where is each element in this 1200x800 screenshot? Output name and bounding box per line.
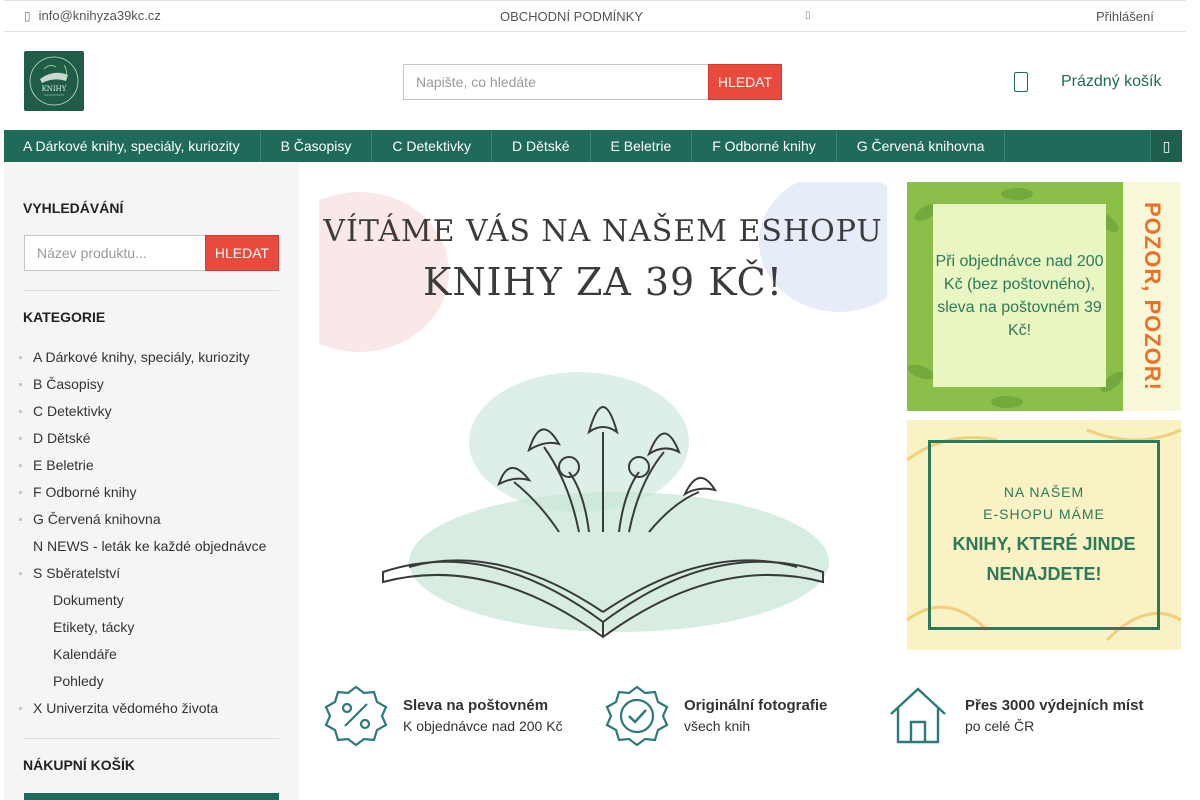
nav-item-odborne[interactable]: F Odborné knihy <box>692 130 837 162</box>
feature-title: Sleva na poštovném <box>403 696 549 714</box>
feature-title: Originální fotografie <box>684 696 828 714</box>
category-item[interactable]: E Beletrie <box>4 452 299 479</box>
site-logo[interactable]: KNIHY <box>24 51 84 111</box>
nav-item-beletrie[interactable]: E Beletrie <box>591 130 693 162</box>
house-icon <box>890 687 946 744</box>
bullet-icon <box>19 437 22 440</box>
bullet-icon <box>19 707 22 710</box>
check-badge-icon <box>605 685 669 746</box>
sidebar-cart-button[interactable] <box>24 793 279 800</box>
feature-pickup-points: Přes 3000 výdejních míst po celé ČR <box>885 684 1143 746</box>
header-search-button[interactable]: HLEDAT <box>708 64 782 100</box>
promo-side-text: POZOR, POZOR! <box>1140 202 1165 391</box>
subcategory-item[interactable]: Dokumenty <box>4 587 299 614</box>
feature-original-photos: Originální fotografie všech knih <box>604 684 827 746</box>
nav-item-detske[interactable]: D Dětské <box>492 130 591 162</box>
bullet-icon <box>19 383 22 386</box>
subcategory-item[interactable]: Pohledy <box>4 668 299 695</box>
logo-text: KNIHY <box>42 85 67 93</box>
bullet-icon <box>19 572 22 575</box>
cart-label: Prázdný košík <box>1061 73 1162 90</box>
categories-heading: KATEGORIE <box>23 309 106 325</box>
sidebar-search: HLEDAT <box>24 235 279 271</box>
subcategory-item[interactable]: Kalendáře <box>4 641 299 668</box>
banner-line: E-SHOPU MÁME <box>983 506 1105 522</box>
feature-subtitle: všech knih <box>684 717 751 734</box>
unique-books-banner[interactable]: NA NAŠEM E-SHOPU MÁME KNIHY, KTERÉ JINDE… <box>907 420 1181 650</box>
promo-text: Při objednávce nad 200 Kč (bez poštovnéh… <box>935 252 1104 339</box>
email-text: info@knihyza39kc.cz <box>38 8 161 23</box>
category-item[interactable]: A Dárkové knihy, speciály, kuriozity <box>4 344 299 371</box>
hero-title: VÍTÁME VÁS NA NAŠEM ESHOPU <box>323 214 883 249</box>
feature-shipping-discount: Sleva na poštovném K objednávce nad 200 … <box>323 684 563 746</box>
search-heading: VYHLEDÁVÁNÍ <box>23 200 124 216</box>
terms-link[interactable]: OBCHODNÍ PODMÍNKY <box>500 9 643 24</box>
hero-illustration <box>319 182 887 639</box>
promo-side-strip: POZOR, POZOR! <box>1123 182 1181 411</box>
menu-more-icon[interactable]: ▯ <box>1150 130 1182 162</box>
top-bar: ▯ info@knihyza39kc.cz OBCHODNÍ PODMÍNKY … <box>4 0 1186 32</box>
banner-line: NA NAŠEM <box>1003 484 1085 500</box>
category-item[interactable]: F Odborné knihy <box>4 479 299 506</box>
email-link[interactable]: ▯ info@knihyza39kc.cz <box>24 8 161 23</box>
feature-subtitle: po celé ČR <box>965 717 1035 734</box>
category-item[interactable]: N NEWS - leták ke každé objednávce <box>4 533 299 560</box>
header-cart[interactable]: Prázdný košík <box>1014 72 1161 92</box>
nav-item-darkove[interactable]: A Dárkové knihy, speciály, kuriozity <box>4 130 261 162</box>
sidebar: VYHLEDÁVÁNÍ HLEDAT KATEGORIE A Dárkové k… <box>4 162 299 800</box>
bullet-icon <box>19 356 22 359</box>
login-link[interactable]: Přihlášení <box>1096 9 1154 24</box>
feature-subtitle: K objednávce nad 200 Kč <box>403 717 563 734</box>
divider <box>24 290 279 291</box>
promo-card: Při objednávce nad 200 Kč (bez poštovnéh… <box>933 204 1106 387</box>
bullet-icon <box>19 410 22 413</box>
category-item[interactable]: D Dětské <box>4 425 299 452</box>
social-icon[interactable]: ▯ <box>805 10 811 21</box>
shipping-promo-banner[interactable]: Při objednávce nad 200 Kč (bez poštovnéh… <box>907 182 1181 411</box>
header-search: HLEDAT <box>403 64 782 100</box>
nav-item-casopisy[interactable]: B Časopisy <box>261 130 373 162</box>
category-item[interactable]: G Červená knihovna <box>4 506 299 533</box>
sidebar-search-input[interactable] <box>24 235 205 271</box>
banner-line: NENAJDETE! <box>986 564 1102 584</box>
hero-subtitle: KNIHY ZA 39 KČ! <box>422 260 784 304</box>
banner-frame: NA NAŠEM E-SHOPU MÁME KNIHY, KTERÉ JINDE… <box>928 440 1160 630</box>
main-navigation: A Dárkové knihy, speciály, kuriozity B Č… <box>4 130 1182 162</box>
category-item[interactable]: S Sběratelství <box>4 560 299 587</box>
cart-heading: NÁKUPNÍ KOŠÍK <box>23 757 136 773</box>
bullet-icon <box>19 464 22 467</box>
divider <box>24 738 279 739</box>
bullet-icon <box>19 491 22 494</box>
sidebar-search-button[interactable]: HLEDAT <box>205 235 279 271</box>
percent-badge-icon <box>324 685 388 746</box>
header-search-input[interactable] <box>403 64 708 100</box>
category-item[interactable]: X Univerzita vědomého života <box>4 695 299 722</box>
nav-item-cervena[interactable]: G Červená knihovna <box>837 130 1006 162</box>
category-item[interactable]: B Časopisy <box>4 371 299 398</box>
banner-line: KNIHY, KTERÉ JINDE <box>952 534 1136 554</box>
category-item[interactable]: C Detektivky <box>4 398 299 425</box>
subcategory-item[interactable]: Etikety, tácky <box>4 614 299 641</box>
cart-icon <box>1014 72 1028 92</box>
nav-item-detektivky[interactable]: C Detektivky <box>372 130 492 162</box>
category-list: A Dárkové knihy, speciály, kuriozity B Č… <box>4 344 299 722</box>
feature-title: Přes 3000 výdejních míst <box>965 696 1144 714</box>
envelope-icon: ▯ <box>24 8 31 23</box>
bullet-icon <box>19 518 22 521</box>
hero-banner[interactable]: VÍTÁME VÁS NA NAŠEM ESHOPU KNIHY ZA 39 K… <box>319 182 887 658</box>
